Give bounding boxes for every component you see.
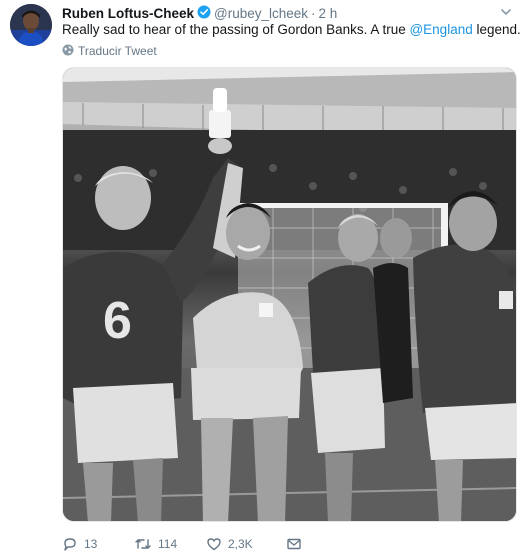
- tweet-photo[interactable]: 6: [62, 67, 517, 522]
- globe-icon: [62, 44, 74, 59]
- separator-dot: ·: [311, 5, 316, 21]
- reply-button[interactable]: 13: [62, 536, 134, 552]
- tweet-text: Really sad to hear of the passing of Gor…: [62, 21, 524, 41]
- envelope-icon: [287, 538, 301, 550]
- mention-link[interactable]: @England: [409, 22, 472, 37]
- like-button[interactable]: 2,3K: [206, 536, 286, 552]
- like-count: 2,3K: [228, 537, 253, 551]
- tweet-text-body: Really sad to hear of the passing of Gor…: [62, 22, 410, 37]
- heart-icon: [207, 538, 221, 551]
- verified-badge-icon: [197, 5, 211, 22]
- display-name[interactable]: Ruben Loftus-Cheek: [62, 6, 194, 21]
- direct-message-button[interactable]: [286, 536, 302, 552]
- tweet-action-bar: 13 114 2,3K: [62, 535, 302, 553]
- photo-jersey-number: 6: [103, 292, 132, 350]
- tweet-text-end: legend.: [472, 22, 521, 37]
- tweet-timestamp[interactable]: 2 h: [319, 6, 338, 21]
- retweet-button[interactable]: 114: [134, 536, 206, 552]
- retweet-count: 114: [158, 537, 178, 551]
- user-handle[interactable]: @rubey_lcheek: [214, 6, 308, 21]
- translate-tweet-link[interactable]: Traducir Tweet: [62, 43, 157, 59]
- reply-icon: [64, 538, 76, 551]
- retweet-icon: [135, 539, 151, 549]
- reply-count: 13: [84, 537, 98, 551]
- avatar[interactable]: [10, 4, 52, 46]
- tweet-header: Ruben Loftus-Cheek @rubey_lcheek · 2 h: [62, 4, 337, 22]
- translate-label: Traducir Tweet: [78, 44, 157, 58]
